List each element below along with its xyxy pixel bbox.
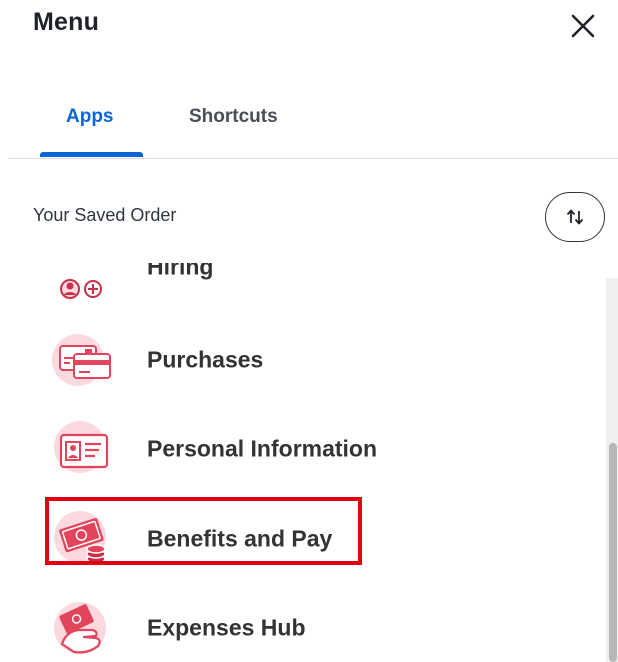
tab-shortcuts[interactable]: Shortcuts: [189, 106, 278, 128]
app-item-personal-information[interactable]: Personal Information: [45, 417, 585, 481]
app-item-benefits-and-pay[interactable]: Benefits and Pay: [45, 507, 585, 571]
scrollbar-thumb[interactable]: [609, 443, 617, 662]
app-label-hiring: Hiring: [147, 263, 214, 280]
menu-panel: Menu Apps Shortcuts Your Saved Order Hir…: [0, 0, 618, 662]
close-icon: [571, 14, 595, 38]
app-label-personal-information: Personal Information: [147, 435, 378, 462]
app-item-purchases[interactable]: Purchases: [45, 328, 585, 392]
reorder-button[interactable]: [545, 192, 605, 242]
hiring-icon: [52, 263, 116, 305]
active-tab-indicator: [40, 152, 143, 157]
id-card-icon: [52, 421, 116, 477]
hand-money-icon: [52, 600, 116, 656]
close-button[interactable]: [567, 10, 599, 42]
sort-arrows-icon: [566, 209, 584, 225]
money-coins-icon: [52, 511, 116, 567]
apps-list: Hiring Purchases Personal Information Be…: [0, 263, 618, 662]
app-item-expenses-hub[interactable]: Expenses Hub: [45, 596, 585, 660]
credit-cards-icon: [52, 332, 116, 388]
app-label-expenses-hub: Expenses Hub: [147, 614, 306, 641]
tab-apps[interactable]: Apps: [66, 106, 114, 128]
tabs-divider: [8, 158, 618, 159]
tab-bar: Apps Shortcuts: [0, 90, 618, 160]
app-label-benefits-and-pay: Benefits and Pay: [147, 525, 333, 552]
menu-title: Menu: [33, 8, 100, 36]
saved-order-label: Your Saved Order: [33, 205, 177, 225]
app-item-hiring[interactable]: Hiring: [45, 263, 585, 309]
app-label-purchases: Purchases: [147, 346, 264, 373]
